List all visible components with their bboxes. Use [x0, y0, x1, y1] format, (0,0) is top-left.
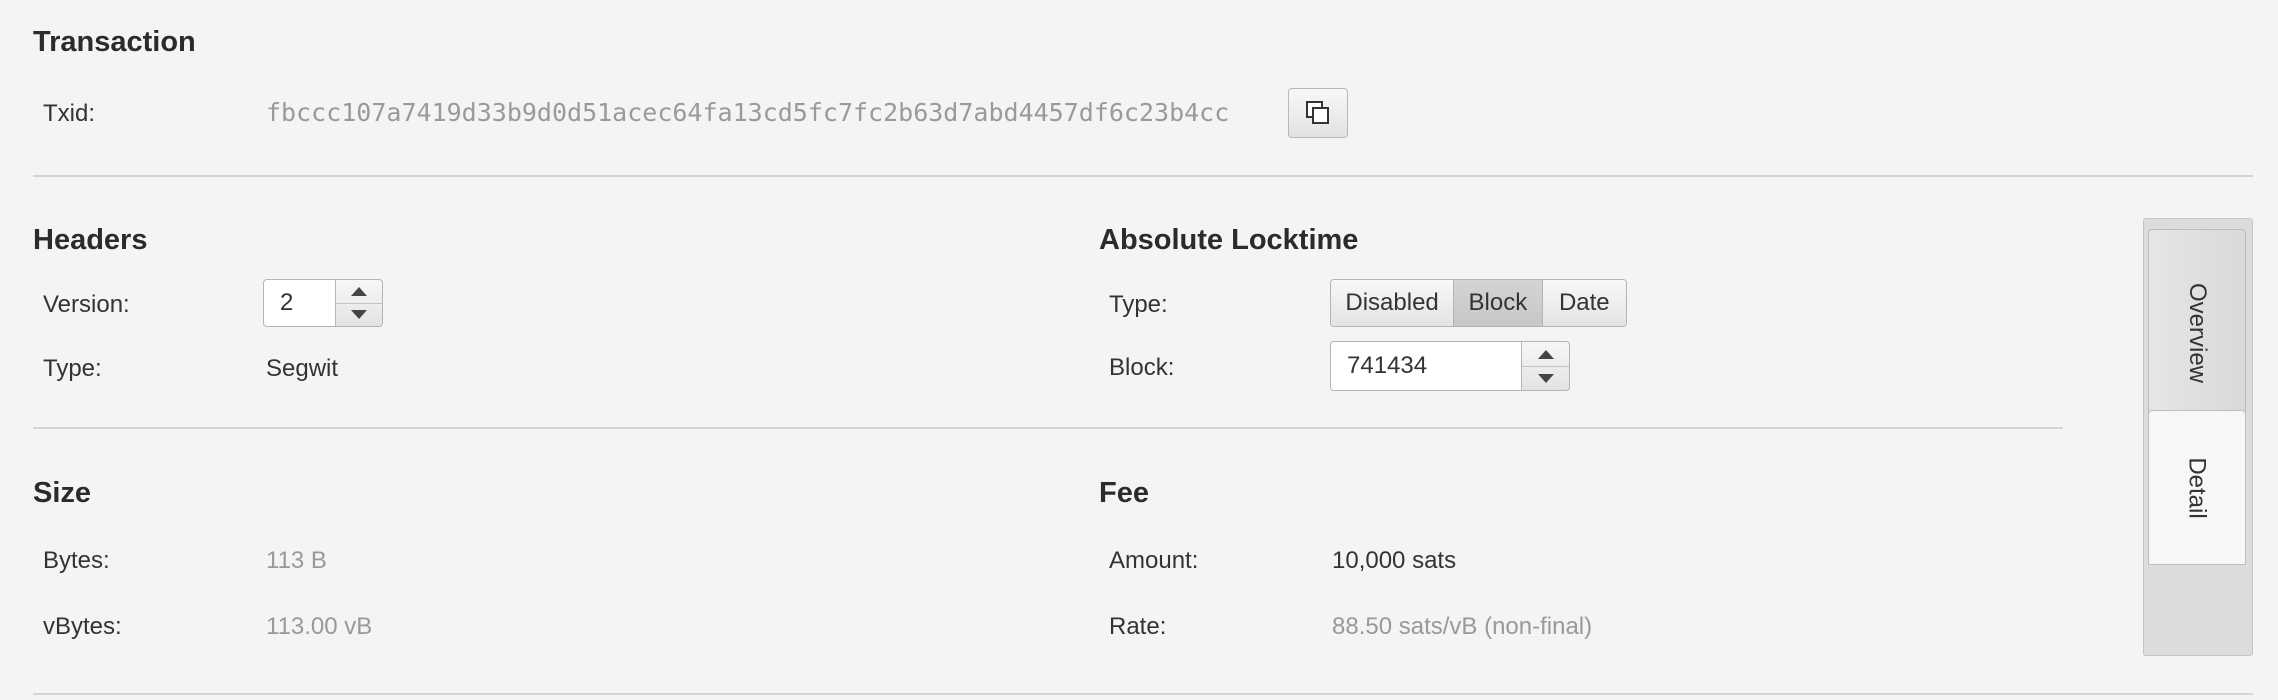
vbytes-value: 113.00 vB	[266, 613, 373, 640]
headers-title: Headers	[33, 224, 148, 256]
tab-overview[interactable]: Overview	[2148, 229, 2246, 436]
block-label: Block:	[1109, 354, 1175, 381]
version-decrement-button[interactable]	[336, 303, 382, 326]
locktime-option-block[interactable]: Block	[1454, 280, 1543, 326]
locktime-option-date[interactable]: Date	[1542, 280, 1626, 326]
copy-icon	[1306, 101, 1329, 124]
block-decrement-button[interactable]	[1522, 366, 1569, 390]
divider-transaction	[33, 175, 2253, 177]
block-spinner[interactable]: 741434	[1330, 341, 1570, 391]
locktime-type-label: Type:	[1109, 291, 1168, 318]
header-type-label: Type:	[43, 355, 102, 382]
tab-overview-label: Overview	[2184, 282, 2211, 383]
block-increment-button[interactable]	[1522, 342, 1569, 367]
version-input[interactable]: 2	[263, 279, 336, 327]
arrow-up-icon	[1537, 349, 1554, 359]
fee-title: Fee	[1099, 477, 1149, 509]
transaction-title: Transaction	[33, 26, 196, 58]
version-increment-button[interactable]	[336, 280, 382, 304]
amount-value: 10,000 sats	[1332, 547, 1457, 574]
version-label: Version:	[43, 291, 130, 318]
locktime-title: Absolute Locktime	[1099, 224, 1359, 256]
size-title: Size	[33, 477, 92, 509]
arrow-up-icon	[351, 287, 367, 296]
rate-label: Rate:	[1109, 613, 1167, 640]
arrow-down-icon	[1537, 373, 1554, 383]
locktime-option-disabled[interactable]: Disabled	[1331, 280, 1455, 326]
bytes-value: 113 B	[266, 547, 327, 574]
block-input[interactable]: 741434	[1330, 341, 1522, 391]
rate-value: 88.50 sats/vB (non-final)	[1332, 613, 1593, 640]
copy-txid-button[interactable]	[1288, 88, 1348, 138]
txid-label: Txid:	[43, 100, 96, 127]
txid-value[interactable]: fbccc107a7419d33b9d0d51acec64fa13cd5fc7f…	[266, 98, 1229, 127]
header-type-value: Segwit	[266, 355, 339, 382]
vbytes-label: vBytes:	[43, 613, 122, 640]
locktime-type-toggle[interactable]: Disabled Block Date	[1330, 279, 1627, 327]
amount-label: Amount:	[1109, 547, 1199, 574]
tab-detail-label: Detail	[2183, 456, 2211, 519]
view-tab-bar: Overview Detail	[2143, 218, 2253, 656]
bytes-label: Bytes:	[43, 547, 110, 574]
divider-bottom	[33, 693, 2253, 695]
divider-headers	[33, 427, 2063, 429]
tab-detail[interactable]: Detail	[2148, 410, 2246, 565]
version-spinner[interactable]: 2	[263, 279, 383, 327]
arrow-down-icon	[351, 310, 367, 319]
